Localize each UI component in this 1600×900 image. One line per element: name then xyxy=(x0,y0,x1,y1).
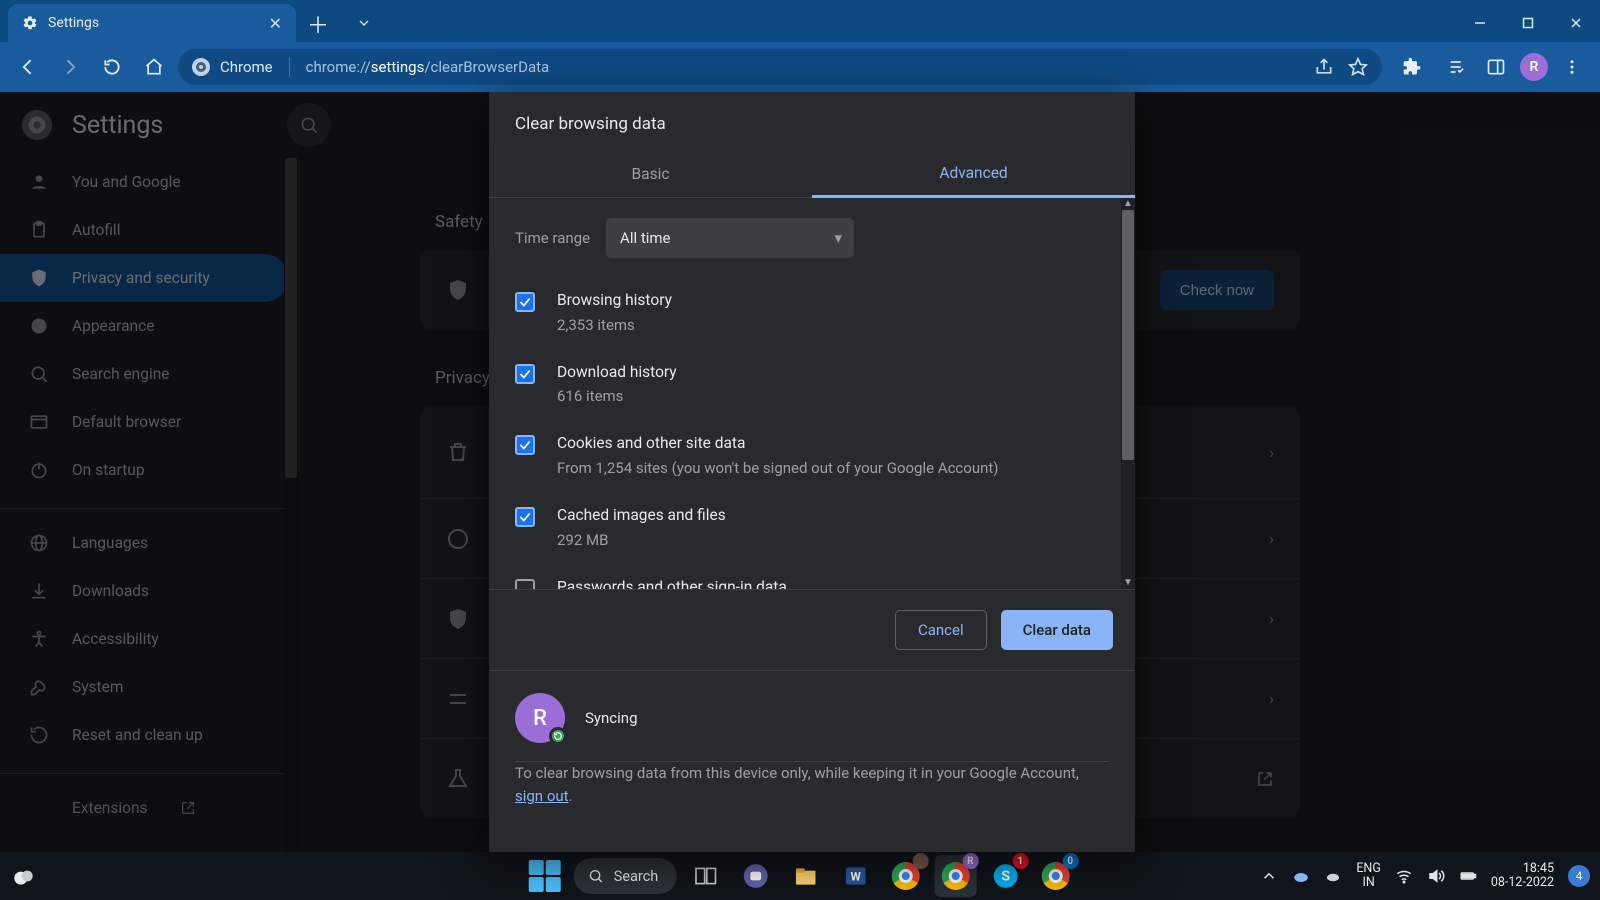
scroll-up-arrow[interactable]: ▲ xyxy=(1122,198,1134,210)
side-panel-icon[interactable] xyxy=(1478,49,1514,85)
taskbar-search[interactable]: Search xyxy=(574,858,677,894)
gear-icon xyxy=(22,15,38,31)
clear-data-button[interactable]: Clear data xyxy=(1001,610,1113,650)
window-controls xyxy=(1456,4,1600,42)
option-subtitle: 2,353 items xyxy=(557,316,672,334)
tray-onedrive-icon[interactable] xyxy=(1292,867,1310,885)
volume-icon[interactable] xyxy=(1427,867,1445,885)
share-icon[interactable] xyxy=(1314,57,1334,77)
taskbar-search-label: Search xyxy=(614,868,659,885)
option-subtitle: From 1,254 sites (you won't be signed ou… xyxy=(557,459,999,477)
tab-advanced[interactable]: Advanced xyxy=(812,150,1135,198)
option-cookies[interactable]: Cookies and other site data From 1,254 si… xyxy=(515,423,1111,495)
tray-cloud-icon[interactable] xyxy=(1324,867,1342,885)
taskbar-app-chrome-2[interactable]: R xyxy=(934,855,976,897)
checkbox[interactable] xyxy=(515,579,535,590)
minimize-button[interactable] xyxy=(1456,4,1504,42)
sync-row: R Syncing xyxy=(489,671,1135,761)
browser-toolbar: Chrome chrome://settings/clearBrowserDat… xyxy=(0,42,1600,92)
language-indicator[interactable]: ENGIN xyxy=(1356,862,1381,891)
taskbar-app-chrome-3[interactable]: 0 xyxy=(1034,855,1076,897)
dialog-title: Clear browsing data xyxy=(489,92,1135,150)
dialog-tabs: Basic Advanced xyxy=(489,150,1135,198)
option-browsing-history[interactable]: Browsing history 2,353 items xyxy=(515,280,1111,352)
dialog-actions: Cancel Clear data xyxy=(489,590,1135,671)
taskbar-app-explorer[interactable] xyxy=(784,855,826,897)
omnibox-separator xyxy=(289,57,290,77)
omnibox-app: Chrome xyxy=(220,58,273,76)
home-button[interactable] xyxy=(136,49,172,85)
back-button[interactable] xyxy=(10,49,46,85)
checkbox[interactable] xyxy=(515,292,535,312)
bookmark-star-icon[interactable] xyxy=(1348,57,1368,77)
option-title: Download history xyxy=(557,362,677,384)
option-title: Passwords and other sign-in data xyxy=(557,577,991,590)
maximize-button[interactable] xyxy=(1504,4,1552,42)
profile-avatar[interactable]: R xyxy=(1520,53,1548,81)
chevron-down-icon: ▾ xyxy=(835,229,843,247)
checkbox[interactable] xyxy=(515,507,535,527)
taskbar-app-skype[interactable]: S1 xyxy=(984,855,1026,897)
battery-icon[interactable] xyxy=(1459,867,1477,885)
start-button[interactable] xyxy=(524,855,566,897)
task-view-icon[interactable] xyxy=(684,855,726,897)
option-subtitle: 292 MB xyxy=(557,531,726,549)
site-info-icon[interactable] xyxy=(192,58,210,76)
windows-taskbar: Search W R S1 0 ENGIN 18:4508-12-2022 4 xyxy=(0,852,1600,900)
sync-avatar: R xyxy=(515,693,565,743)
forward-button[interactable] xyxy=(52,49,88,85)
option-cache[interactable]: Cached images and files 292 MB xyxy=(515,495,1111,567)
option-title: Cookies and other site data xyxy=(557,433,999,455)
option-title: Browsing history xyxy=(557,290,672,312)
titlebar: Settings ✕ ＋ xyxy=(0,0,1600,42)
tab-title: Settings xyxy=(48,15,99,31)
reading-list-icon[interactable] xyxy=(1436,49,1472,85)
omnibox-url: chrome://settings/clearBrowserData xyxy=(306,58,550,76)
taskbar-app-word[interactable]: W xyxy=(834,855,876,897)
clock[interactable]: 18:4508-12-2022 xyxy=(1491,862,1554,891)
option-subtitle: 616 items xyxy=(557,387,677,405)
checkbox[interactable] xyxy=(515,364,535,384)
chrome-menu-icon[interactable] xyxy=(1554,49,1590,85)
scroll-down-arrow[interactable]: ▼ xyxy=(1122,577,1134,589)
sync-status: Syncing xyxy=(585,709,638,727)
notification-badge[interactable]: 4 xyxy=(1568,865,1590,887)
svg-text:S: S xyxy=(1001,868,1010,884)
time-range-label: Time range xyxy=(515,229,590,247)
sync-footer: To clear browsing data from this device … xyxy=(489,762,1135,829)
browser-tab[interactable]: Settings ✕ xyxy=(8,4,296,42)
option-title: Cached images and files xyxy=(557,505,726,527)
omnibox[interactable]: Chrome chrome://settings/clearBrowserDat… xyxy=(178,49,1382,85)
dialog-scrollbar[interactable]: ▲ ▼ xyxy=(1121,198,1135,589)
dialog-body: Time range All time ▾ Browsing history 2,… xyxy=(489,198,1135,590)
checkbox[interactable] xyxy=(515,435,535,455)
tab-search-chevron[interactable] xyxy=(340,4,388,42)
time-range-select[interactable]: All time ▾ xyxy=(606,218,854,258)
option-passwords[interactable]: Passwords and other sign-in data7 passwo… xyxy=(515,567,1111,590)
taskbar-app-chrome-1[interactable] xyxy=(884,855,926,897)
tray-chevron-icon[interactable] xyxy=(1260,867,1278,885)
taskbar-app-chat[interactable] xyxy=(734,855,776,897)
close-window-button[interactable] xyxy=(1552,4,1600,42)
wifi-icon[interactable] xyxy=(1395,867,1413,885)
reload-button[interactable] xyxy=(94,49,130,85)
clear-browsing-data-dialog: Clear browsing data Basic Advanced Time … xyxy=(489,92,1135,852)
extensions-icon[interactable] xyxy=(1394,49,1430,85)
weather-widget[interactable] xyxy=(0,863,48,889)
tab-basic[interactable]: Basic xyxy=(489,150,812,197)
settings-page: Settings You and Google Autofill Privacy… xyxy=(0,92,1600,852)
sync-badge-icon xyxy=(549,727,567,745)
sign-out-link[interactable]: sign out xyxy=(515,787,569,805)
svg-text:W: W xyxy=(850,869,861,883)
tab-close-icon[interactable]: ✕ xyxy=(269,14,282,33)
option-download-history[interactable]: Download history 616 items xyxy=(515,352,1111,424)
time-range-value: All time xyxy=(620,229,670,247)
new-tab-button[interactable]: ＋ xyxy=(302,8,334,40)
cancel-button[interactable]: Cancel xyxy=(895,610,987,650)
